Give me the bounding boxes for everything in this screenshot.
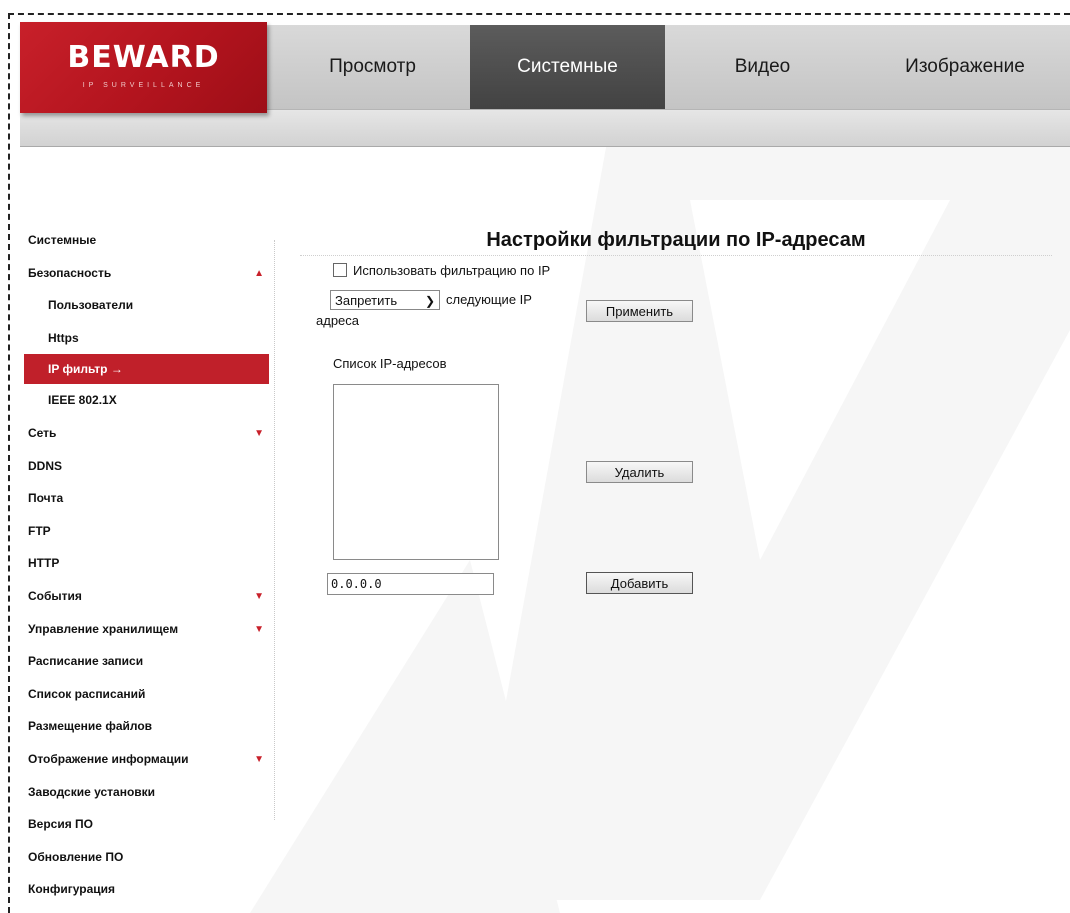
arrow-right-icon: → bbox=[110, 362, 123, 377]
sidebar-item-ddns[interactable]: DDNS bbox=[24, 450, 269, 483]
sidebar-item-users[interactable]: Пользователи bbox=[24, 289, 269, 322]
sidebar-item-firmware-version[interactable]: Версия ПО bbox=[24, 808, 269, 841]
sidebar-item-mail[interactable]: Почта bbox=[24, 482, 269, 515]
ip-list-label: Список IP-адресов bbox=[333, 356, 447, 371]
sidebar-item-ieee8021x[interactable]: IEEE 802.1X bbox=[24, 384, 269, 417]
sidebar-item-https[interactable]: Https bbox=[24, 322, 269, 355]
logo-brand: BEWARD bbox=[67, 40, 220, 75]
sidebar-item-storage[interactable]: Управление хранилищем ▼ bbox=[24, 613, 269, 646]
frame-border-left bbox=[8, 13, 10, 913]
sidebar-item-events[interactable]: События ▼ bbox=[24, 580, 269, 613]
ip-address-list[interactable] bbox=[333, 384, 499, 560]
tab-system[interactable]: Системные bbox=[470, 25, 665, 109]
sidebar-item-firmware-update[interactable]: Обновление ПО bbox=[24, 841, 269, 874]
use-filter-row: Использовать фильтрацию по IP bbox=[333, 263, 550, 278]
addresses-text: адреса bbox=[316, 313, 360, 328]
logo-tagline: IP SURVEILLANCE bbox=[82, 82, 205, 89]
title-divider bbox=[300, 255, 1052, 256]
expand-triangle-icon[interactable]: ▼ bbox=[254, 580, 264, 613]
apply-button[interactable]: Применить bbox=[586, 300, 693, 322]
add-button[interactable]: Добавить bbox=[586, 572, 693, 594]
following-ip-text: следующие IP bbox=[446, 292, 532, 307]
tab-image[interactable]: Изображение bbox=[860, 25, 1070, 109]
sidebar-item-security[interactable]: Безопасность ▲ bbox=[24, 257, 269, 290]
chevron-down-icon: ❯ bbox=[424, 294, 435, 308]
expand-triangle-icon[interactable]: ▼ bbox=[254, 613, 264, 646]
sidebar-divider bbox=[274, 240, 275, 820]
sidebar-item-record-schedule[interactable]: Расписание записи bbox=[24, 645, 269, 678]
frame-border-top bbox=[8, 13, 1070, 15]
page-title: Настройки фильтрации по IP-адресам bbox=[486, 229, 866, 251]
sidebar-item-network[interactable]: Сеть ▼ bbox=[24, 417, 269, 450]
use-filter-label: Использовать фильтрацию по IP bbox=[353, 263, 551, 278]
use-filter-checkbox[interactable] bbox=[333, 263, 347, 277]
sidebar-item-system[interactable]: Системные bbox=[24, 224, 269, 257]
delete-button[interactable]: Удалить bbox=[586, 461, 693, 483]
collapse-triangle-icon[interactable]: ▲ bbox=[254, 257, 264, 290]
expand-triangle-icon[interactable]: ▼ bbox=[254, 417, 264, 450]
sidebar-item-configuration[interactable]: Конфигурация bbox=[24, 873, 269, 906]
filter-mode-value: Запретить bbox=[335, 293, 398, 308]
tab-view[interactable]: Просмотр bbox=[275, 25, 470, 109]
sidebar-item-ftp[interactable]: FTP bbox=[24, 515, 269, 548]
expand-triangle-icon[interactable]: ▼ bbox=[254, 743, 264, 776]
ip-address-input[interactable]: 0.0.0.0 bbox=[327, 573, 494, 595]
sub-header-bar bbox=[20, 110, 1070, 147]
filter-mode-select[interactable]: Запретить ❯ bbox=[330, 290, 440, 310]
sidebar-item-ip-filter[interactable]: IP фильтр → bbox=[24, 354, 269, 385]
sidebar-item-http[interactable]: HTTP bbox=[24, 547, 269, 580]
sidebar-item-factory-defaults[interactable]: Заводские установки bbox=[24, 776, 269, 809]
sidebar-item-info-display[interactable]: Отображение информации ▼ bbox=[24, 743, 269, 776]
sidebar: Системные Безопасность ▲ Пользователи Htt… bbox=[24, 224, 269, 906]
sidebar-item-file-placement[interactable]: Размещение файлов bbox=[24, 710, 269, 743]
logo: BEWARD IP SURVEILLANCE bbox=[20, 22, 267, 113]
tab-video[interactable]: Видео bbox=[665, 25, 860, 109]
sidebar-item-schedule-list[interactable]: Список расписаний bbox=[24, 678, 269, 711]
